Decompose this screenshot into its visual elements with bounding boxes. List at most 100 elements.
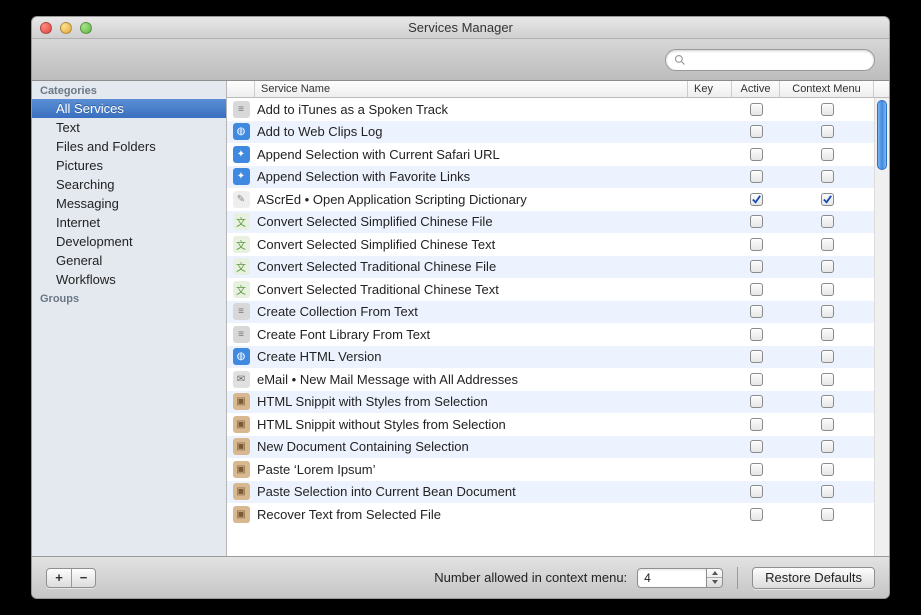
sidebar-section-header: Groups <box>32 289 226 307</box>
context-menu-checkbox[interactable] <box>821 305 834 318</box>
sidebar-item[interactable]: Text <box>32 118 226 137</box>
table-row[interactable]: 文Convert Selected Simplified Chinese Tex… <box>227 233 874 256</box>
sidebar-item[interactable]: Internet <box>32 213 226 232</box>
context-menu-count-label: Number allowed in context menu: <box>434 570 627 585</box>
context-menu-count-value[interactable]: 4 <box>637 568 707 588</box>
sidebar-item[interactable]: Files and Folders <box>32 137 226 156</box>
table-row[interactable]: ✦Append Selection with Current Safari UR… <box>227 143 874 166</box>
main-content: CategoriesAll ServicesTextFiles and Fold… <box>32 81 889 556</box>
table-row[interactable]: ◍Add to Web Clips Log <box>227 121 874 144</box>
context-menu-checkbox[interactable] <box>821 215 834 228</box>
active-checkbox[interactable] <box>750 485 763 498</box>
table-row[interactable]: ✉eMail • New Mail Message with All Addre… <box>227 368 874 391</box>
minimize-icon[interactable] <box>60 22 72 34</box>
scrollbar-thumb[interactable] <box>877 100 887 170</box>
row-service-name: Convert Selected Simplified Chinese File <box>255 214 688 229</box>
context-menu-checkbox[interactable] <box>821 170 834 183</box>
title-bar[interactable]: Services Manager <box>32 17 889 39</box>
active-checkbox[interactable] <box>750 170 763 183</box>
context-menu-checkbox[interactable] <box>821 125 834 138</box>
active-checkbox[interactable] <box>750 215 763 228</box>
col-context-menu[interactable]: Context Menu <box>780 81 874 97</box>
stepper-up-icon[interactable] <box>707 569 722 578</box>
vertical-scrollbar[interactable] <box>874 98 889 556</box>
row-app-icon: ▣ <box>227 506 255 523</box>
row-context-menu-cell <box>780 328 874 341</box>
context-menu-checkbox[interactable] <box>821 373 834 386</box>
col-icon[interactable] <box>227 81 255 97</box>
table-row[interactable]: ▣HTML Snippit with Styles from Selection <box>227 391 874 414</box>
table-row[interactable]: 文Convert Selected Traditional Chinese Te… <box>227 278 874 301</box>
table-row[interactable]: ◍Create HTML Version <box>227 346 874 369</box>
sidebar-item[interactable]: Workflows <box>32 270 226 289</box>
active-checkbox[interactable] <box>750 350 763 363</box>
table-row[interactable]: ▣Paste ‘Lorem Ipsum’ <box>227 458 874 481</box>
context-menu-checkbox[interactable] <box>821 260 834 273</box>
active-checkbox[interactable] <box>750 148 763 161</box>
active-checkbox[interactable] <box>750 103 763 116</box>
context-menu-count-stepper[interactable]: 4 <box>637 568 723 588</box>
active-checkbox[interactable] <box>750 463 763 476</box>
row-service-name: eMail • New Mail Message with All Addres… <box>255 372 688 387</box>
table-row[interactable]: ≡Add to iTunes as a Spoken Track <box>227 98 874 121</box>
active-checkbox[interactable] <box>750 373 763 386</box>
search-field-wrapper[interactable] <box>665 49 875 71</box>
table-row[interactable]: ≡Create Font Library From Text <box>227 323 874 346</box>
row-active-cell <box>732 170 780 183</box>
context-menu-checkbox[interactable] <box>821 463 834 476</box>
context-menu-checkbox[interactable] <box>821 238 834 251</box>
context-menu-checkbox[interactable] <box>821 148 834 161</box>
zoom-icon[interactable] <box>80 22 92 34</box>
active-checkbox[interactable] <box>750 418 763 431</box>
context-menu-checkbox[interactable] <box>821 508 834 521</box>
context-menu-checkbox[interactable] <box>821 395 834 408</box>
active-checkbox[interactable] <box>750 395 763 408</box>
active-checkbox[interactable] <box>750 260 763 273</box>
remove-button[interactable]: − <box>71 569 95 587</box>
context-menu-checkbox[interactable] <box>821 283 834 296</box>
active-checkbox[interactable] <box>750 328 763 341</box>
table-row[interactable]: ✦Append Selection with Favorite Links <box>227 166 874 189</box>
context-menu-checkbox[interactable] <box>821 193 834 206</box>
context-menu-checkbox[interactable] <box>821 103 834 116</box>
context-menu-checkbox[interactable] <box>821 440 834 453</box>
context-menu-checkbox[interactable] <box>821 485 834 498</box>
active-checkbox[interactable] <box>750 125 763 138</box>
table-row[interactable]: ✎AScrEd • Open Application Scripting Dic… <box>227 188 874 211</box>
close-icon[interactable] <box>40 22 52 34</box>
table-row[interactable]: 文Convert Selected Traditional Chinese Fi… <box>227 256 874 279</box>
table-row[interactable]: ▣HTML Snippit without Styles from Select… <box>227 413 874 436</box>
col-active[interactable]: Active <box>732 81 780 97</box>
active-checkbox[interactable] <box>750 238 763 251</box>
stepper-down-icon[interactable] <box>707 577 722 587</box>
context-menu-checkbox[interactable] <box>821 350 834 363</box>
stepper-arrows[interactable] <box>707 568 723 588</box>
active-checkbox[interactable] <box>750 283 763 296</box>
row-context-menu-cell <box>780 350 874 363</box>
col-service-name[interactable]: Service Name <box>255 81 688 97</box>
table-row[interactable]: ≡Create Collection From Text <box>227 301 874 324</box>
row-service-name: Create HTML Version <box>255 349 688 364</box>
sidebar-item[interactable]: All Services <box>32 99 226 118</box>
sidebar-item[interactable]: Messaging <box>32 194 226 213</box>
sidebar-item[interactable]: Searching <box>32 175 226 194</box>
active-checkbox[interactable] <box>750 508 763 521</box>
context-menu-checkbox[interactable] <box>821 328 834 341</box>
sidebar-item[interactable]: Pictures <box>32 156 226 175</box>
sidebar-item[interactable]: General <box>32 251 226 270</box>
table-body[interactable]: ≡Add to iTunes as a Spoken Track◍Add to … <box>227 98 874 556</box>
table-row[interactable]: ▣Recover Text from Selected File <box>227 503 874 526</box>
active-checkbox[interactable] <box>750 193 763 206</box>
search-input[interactable] <box>690 53 866 67</box>
row-context-menu-cell <box>780 193 874 206</box>
table-row[interactable]: ▣Paste Selection into Current Bean Docum… <box>227 481 874 504</box>
restore-defaults-button[interactable]: Restore Defaults <box>752 567 875 589</box>
table-row[interactable]: ▣New Document Containing Selection <box>227 436 874 459</box>
active-checkbox[interactable] <box>750 305 763 318</box>
col-key[interactable]: Key <box>688 81 732 97</box>
context-menu-checkbox[interactable] <box>821 418 834 431</box>
sidebar-item[interactable]: Development <box>32 232 226 251</box>
add-button[interactable]: + <box>47 569 71 587</box>
active-checkbox[interactable] <box>750 440 763 453</box>
table-row[interactable]: 文Convert Selected Simplified Chinese Fil… <box>227 211 874 234</box>
